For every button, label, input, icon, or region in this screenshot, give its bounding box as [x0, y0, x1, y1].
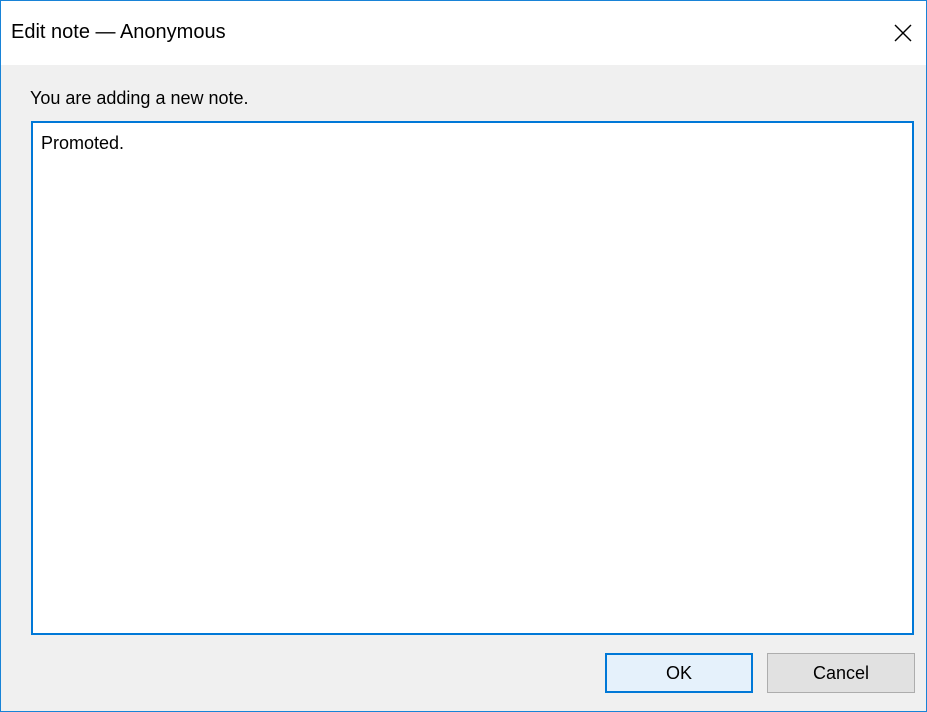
instruction-text: You are adding a new note. — [30, 88, 249, 108]
window-title: Edit note — Anonymous — [11, 21, 226, 43]
close-button[interactable] — [880, 1, 926, 65]
note-textarea[interactable]: Promoted. — [31, 121, 914, 635]
close-icon — [894, 24, 912, 42]
edit-note-dialog: Edit note — Anonymous You are adding a n… — [0, 0, 927, 712]
ok-button[interactable]: OK — [605, 653, 753, 693]
cancel-button[interactable]: Cancel — [767, 653, 915, 693]
title-bar[interactable]: Edit note — Anonymous — [1, 1, 926, 65]
